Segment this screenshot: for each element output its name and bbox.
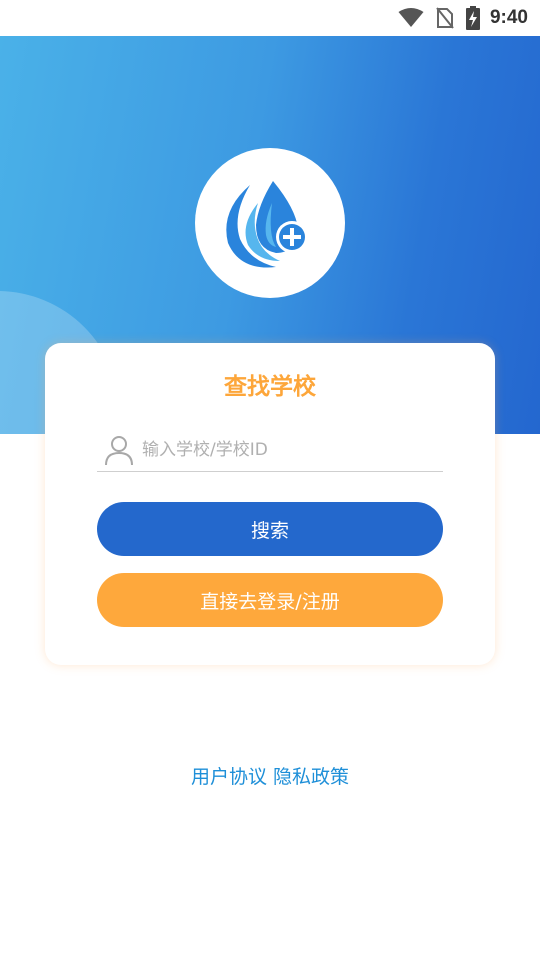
no-sim-icon bbox=[436, 7, 454, 29]
status-time: 9:40 bbox=[489, 7, 528, 28]
screen: 9:40 查找学校 搜索 bbox=[0, 0, 540, 960]
battery-charging-icon bbox=[465, 6, 480, 30]
card-title: 查找学校 bbox=[224, 374, 316, 400]
privacy-policy-link[interactable]: 隐私政策 bbox=[273, 766, 349, 788]
find-school-card: 查找学校 搜索 直接去登录/注册 bbox=[45, 343, 495, 665]
user-icon bbox=[105, 436, 133, 466]
user-agreement-link[interactable]: 用户协议 bbox=[191, 766, 267, 788]
footer-links: 用户协议 隐私政策 bbox=[0, 762, 540, 789]
school-search-input[interactable] bbox=[142, 440, 422, 460]
school-search-field[interactable] bbox=[97, 429, 443, 472]
login-register-button[interactable]: 直接去登录/注册 bbox=[97, 573, 443, 627]
water-drop-plus-icon bbox=[226, 181, 308, 268]
status-bar: 9:40 bbox=[0, 0, 540, 36]
app-logo bbox=[195, 148, 345, 298]
wifi-icon bbox=[398, 8, 424, 28]
search-button[interactable]: 搜索 bbox=[97, 502, 443, 556]
